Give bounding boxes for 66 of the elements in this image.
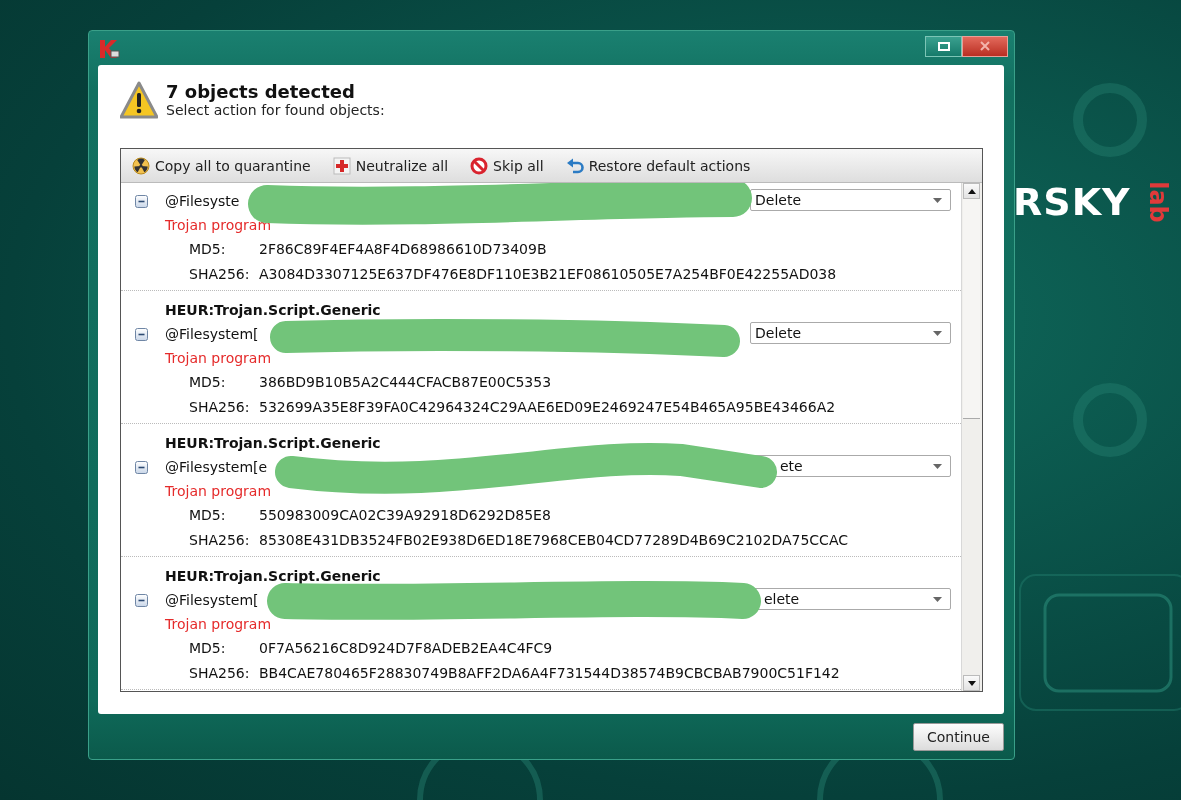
maximize-icon <box>937 41 950 51</box>
neutralize-all-button[interactable]: Neutralize all <box>332 154 455 177</box>
maximize-button[interactable] <box>925 35 962 57</box>
no-entry-icon <box>470 156 489 175</box>
threat-row[interactable]: HEUR:Trojan.Script.Generic @Filesystem[e ete Trojan program MD5: 550983009CA02C39A92918D6292D85E8 SHA256: 85308E431DB3524FB02E938D6ED18E7968CEB04CD77289D4B69C2102DA75CCAC <box>121 424 963 557</box>
hash-value: 85308E431DB3524FB02E938D6ED18E7968CEB04CD77289D4B69C2102DA75CCAC <box>259 532 848 548</box>
medical-cross-icon <box>332 156 351 175</box>
scrollbar[interactable] <box>961 183 982 691</box>
caret-icon <box>933 597 942 602</box>
hash-value: 532699A35E8F39FA0C42964324C29AAE6ED09E2469247E54B465A95BE43466A2 <box>259 399 836 415</box>
down-arrow-icon <box>967 680 976 686</box>
caret-icon <box>933 198 942 203</box>
verdict-label: Trojan program <box>165 483 272 499</box>
collapse-toggle[interactable] <box>135 593 148 607</box>
threat-name: HEUR:Trojan.Script.Generic <box>165 435 381 451</box>
hash-label: MD5: <box>189 640 226 656</box>
caret-icon <box>933 464 942 469</box>
close-button[interactable] <box>962 35 1008 57</box>
brand-wordmark: RSKY <box>1013 183 1131 221</box>
hash-value: BB4CAE780465F28830749B8AFF2DA6A4F731544D38574B9CBCBAB7900C51F142 <box>259 665 840 681</box>
quarantine-all-button[interactable]: Copy all to quarantine <box>132 154 317 177</box>
dialog-subtitle: Select action for found objects: <box>166 102 385 118</box>
threat-name: HEUR:Trojan.Script.Generic <box>165 302 381 318</box>
collapse-toggle[interactable] <box>135 327 148 341</box>
radiation-icon <box>132 156 150 175</box>
restore-all-button[interactable]: Restore default actions <box>565 154 757 177</box>
hash-label: SHA256: <box>189 532 250 548</box>
continue-button[interactable]: Continue <box>913 723 1004 751</box>
collapse-toggle[interactable] <box>135 460 148 474</box>
collapse-toggle[interactable] <box>135 194 148 208</box>
object-path: @Filesyste <box>165 193 240 209</box>
object-path: @Filesystem[e <box>165 459 268 475</box>
scroll-up-button[interactable] <box>963 183 980 199</box>
hash-label: SHA256: <box>189 266 250 282</box>
brand-suffix: lab <box>1145 181 1170 223</box>
app-logo-icon <box>99 39 120 59</box>
scroll-thumb[interactable] <box>963 199 980 419</box>
hash-value: 0F7A56216C8D924D7F8ADEB2EA4C4FC9 <box>259 640 553 656</box>
threat-name: HEUR:Trojan.Script.Generic <box>165 568 381 584</box>
hash-label: MD5: <box>189 241 226 257</box>
object-path: @Filesystem[ <box>165 592 259 608</box>
verdict-label: Trojan program <box>165 616 272 632</box>
action-dropdown[interactable]: Delete <box>750 189 951 211</box>
undo-arrow-icon <box>565 156 584 175</box>
verdict-label: Trojan program <box>165 350 272 366</box>
hash-value: 2F86C89F4EF4A8F4D68986610D73409B <box>259 241 547 257</box>
hash-value: 386BD9B10B5A2C444CFACB87E00C5353 <box>259 374 552 390</box>
scroll-down-button[interactable] <box>963 675 980 691</box>
warning-icon <box>120 81 158 120</box>
close-icon <box>980 41 990 51</box>
threat-row[interactable]: HEUR:Trojan.Script.Generic @Filesystem[ Delete Trojan program MD5: 386BD9B10B5A2C444CFACB87E00C5353 SHA256: 532699A35E8F39FA0C42964324C29AAE6ED09E2469247E54B465A95BE43466A2 <box>121 291 963 424</box>
hash-label: SHA256: <box>189 665 250 681</box>
action-dropdown[interactable]: Delete <box>750 322 951 344</box>
object-path: @Filesystem[ <box>165 326 259 342</box>
hash-value: A3084D3307125E637DF476E8DF110E3B21EF08610505E7A254BF0E42255AD038 <box>259 266 837 282</box>
skip-all-button[interactable]: Skip all <box>470 154 550 177</box>
verdict-label: Trojan program <box>165 217 272 233</box>
caret-icon <box>933 331 942 336</box>
dialog-title: 7 objects detected <box>166 81 356 102</box>
hash-value: 550983009CA02C39A92918D6292D85E8 <box>259 507 551 523</box>
hash-label: MD5: <box>189 374 226 390</box>
threat-row[interactable]: HEUR:Trojan.Script.Generic @Filesystem[ elete Trojan program MD5: 0F7A56216C8D924D7F8ADEB2EA4C4FC9 SHA256: BB4CAE780465F28830749B8AFF2DA6A4F731544D38574B9CBCBAB7900C51F142 <box>121 557 963 690</box>
hash-label: MD5: <box>189 507 226 523</box>
threat-row[interactable]: @Filesyste Delete Trojan program MD5: 2F86C89F4EF4A8F4D68986610D73409B SHA256: A3084D3307125E637DF476E8DF110E3B21EF08610505E7A254BF0E42255AD038 <box>121 183 963 291</box>
hash-label: SHA256: <box>189 399 250 415</box>
up-arrow-icon <box>967 188 976 194</box>
